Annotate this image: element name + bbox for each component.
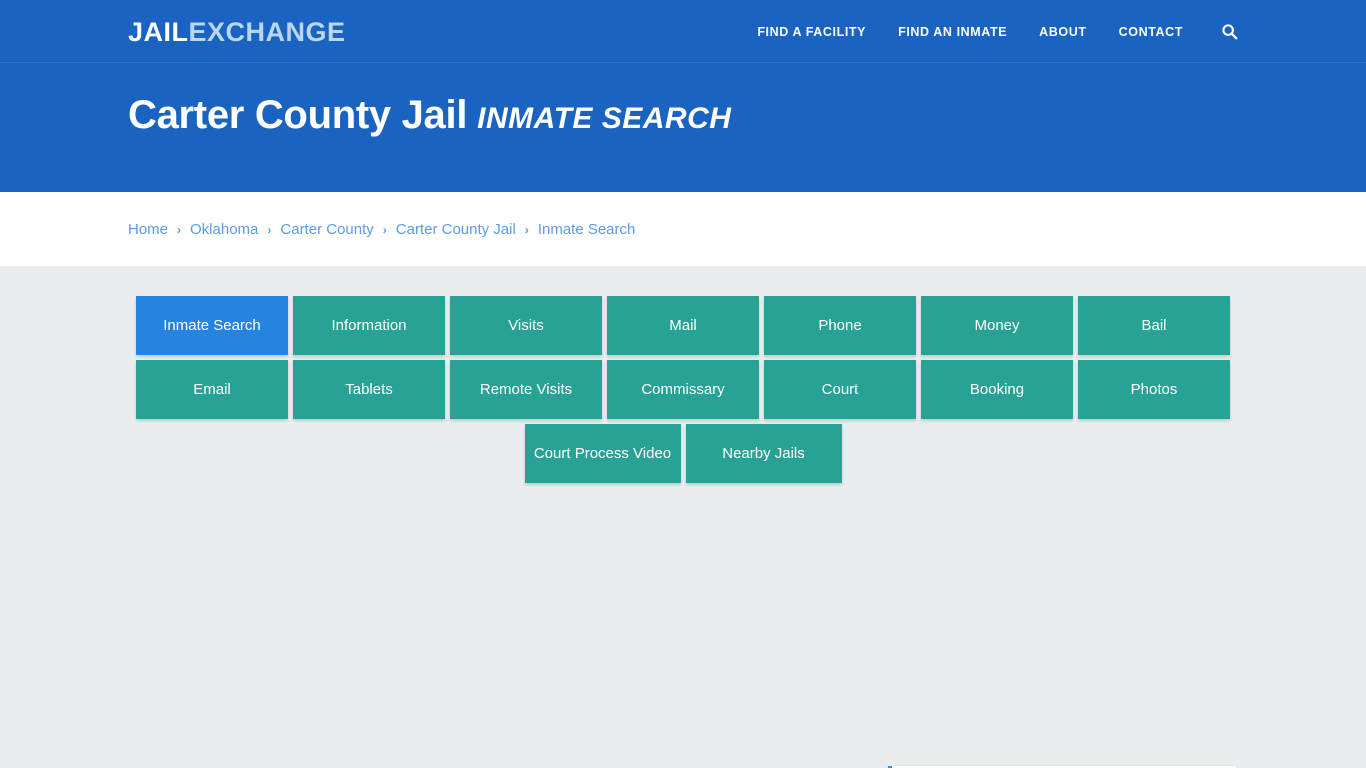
breadcrumb-separator-icon: › [524,223,529,237]
breadcrumb: Home › Oklahoma › Carter County › Carter… [128,221,635,238]
breadcrumb-item-inmate-search[interactable]: Inmate Search [538,221,636,238]
tab-inmate-search[interactable]: Inmate Search [136,296,288,355]
tab-court[interactable]: Court [764,360,916,419]
tab-row-1: Inmate Search Information Visits Mail Ph… [136,296,1230,355]
breadcrumb-separator-icon: › [177,223,182,237]
primary-nav: FIND A FACILITY FIND AN INMATE ABOUT CON… [741,0,1242,63]
page-title-sub: INMATE SEARCH [477,102,732,135]
tab-photos[interactable]: Photos [1078,360,1230,419]
search-icon[interactable] [1199,23,1242,40]
tab-booking[interactable]: Booking [921,360,1073,419]
page-title-main: Carter County Jail [128,93,468,137]
tab-phone[interactable]: Phone [764,296,916,355]
breadcrumb-item-home[interactable]: Home [128,221,168,238]
tab-commissary[interactable]: Commissary [607,360,759,419]
nav-item-about[interactable]: ABOUT [1023,25,1102,39]
breadcrumb-item-oklahoma[interactable]: Oklahoma [190,221,258,238]
tab-remote-visits[interactable]: Remote Visits [450,360,602,419]
top-navigation-bar: JAILEXCHANGE FIND A FACILITY FIND AN INM… [0,0,1366,63]
facility-section-tabs: Inmate Search Information Visits Mail Ph… [136,296,1230,488]
tab-information[interactable]: Information [293,296,445,355]
logo-text-primary: JAIL [128,17,189,47]
tab-tablets[interactable]: Tablets [293,360,445,419]
tab-row-2: Email Tablets Remote Visits Commissary C… [136,360,1230,419]
tab-money[interactable]: Money [921,296,1073,355]
tab-bail[interactable]: Bail [1078,296,1230,355]
page-title: Carter County Jail INMATE SEARCH [128,93,731,138]
tab-email[interactable]: Email [136,360,288,419]
nav-item-contact[interactable]: CONTACT [1103,25,1199,39]
tab-mail[interactable]: Mail [607,296,759,355]
main-content: Inmate Search Information Visits Mail Ph… [0,266,1366,768]
page-hero: Carter County Jail INMATE SEARCH [0,63,1366,192]
breadcrumb-item-carter-county[interactable]: Carter County [280,221,373,238]
tab-visits[interactable]: Visits [450,296,602,355]
breadcrumb-separator-icon: › [382,223,387,237]
breadcrumb-item-carter-county-jail[interactable]: Carter County Jail [396,221,516,238]
tab-row-3: Court Process Video Nearby Jails [136,424,1230,483]
tab-nearby-jails[interactable]: Nearby Jails [685,424,842,483]
breadcrumb-bar: Home › Oklahoma › Carter County › Carter… [0,192,1366,266]
nav-item-find-an-inmate[interactable]: FIND AN INMATE [882,25,1023,39]
breadcrumb-separator-icon: › [267,223,272,237]
nav-item-find-a-facility[interactable]: FIND A FACILITY [741,25,882,39]
logo-text-secondary: EXCHANGE [188,17,346,47]
tab-court-process-video[interactable]: Court Process Video [524,424,681,483]
site-logo[interactable]: JAILEXCHANGE [128,17,346,47]
